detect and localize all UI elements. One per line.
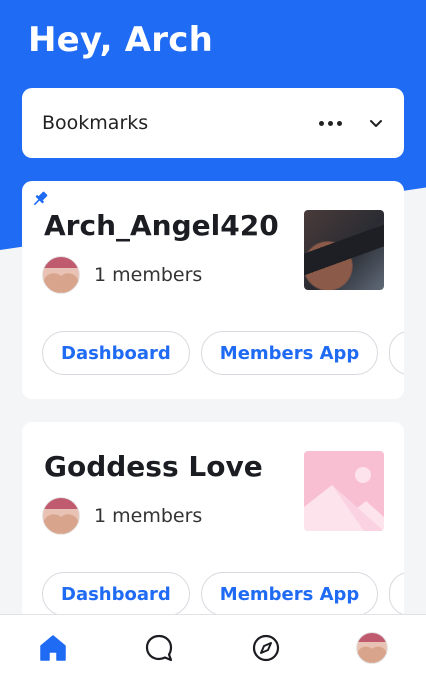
site-card[interactable]: Goddess Love 1 members Dashboard Members… (22, 422, 404, 640)
site-card[interactable]: Arch_Angel420 1 members Dashboard Member… (22, 181, 404, 399)
site-selector[interactable]: Bookmarks (22, 88, 404, 158)
greeting-title: Hey, Arch (28, 20, 214, 60)
members-count: 1 members (94, 505, 203, 527)
compass-icon[interactable] (251, 633, 281, 663)
site-title[interactable]: Goddess Love (44, 450, 263, 483)
members-row: 1 members (42, 497, 202, 535)
dashboard-button[interactable]: Dashboard (42, 331, 190, 375)
bottom-nav (0, 614, 426, 680)
pin-icon (33, 191, 48, 206)
action-pills: Dashboard Members App (42, 331, 404, 375)
more-icon[interactable] (319, 120, 342, 126)
chat-icon[interactable] (144, 633, 174, 663)
selector-label: Bookmarks (42, 112, 149, 134)
dashboard-button[interactable]: Dashboard (42, 572, 190, 616)
members-count: 1 members (94, 264, 203, 286)
more-actions-button[interactable] (389, 572, 404, 616)
members-app-button[interactable]: Members App (200, 572, 379, 616)
home-icon[interactable] (38, 633, 68, 663)
action-pills: Dashboard Members App (42, 572, 404, 616)
members-app-button[interactable]: Members App (200, 331, 379, 375)
members-row: 1 members (42, 256, 202, 294)
more-actions-button[interactable] (389, 331, 404, 375)
avatar (42, 497, 80, 535)
chevron-down-icon[interactable] (368, 115, 384, 131)
site-thumbnail[interactable] (304, 210, 384, 290)
avatar (356, 632, 388, 664)
image-placeholder-icon[interactable] (304, 451, 384, 531)
profile-avatar[interactable] (356, 632, 388, 664)
avatar (42, 256, 80, 294)
site-title[interactable]: Arch_Angel420 (44, 209, 279, 242)
